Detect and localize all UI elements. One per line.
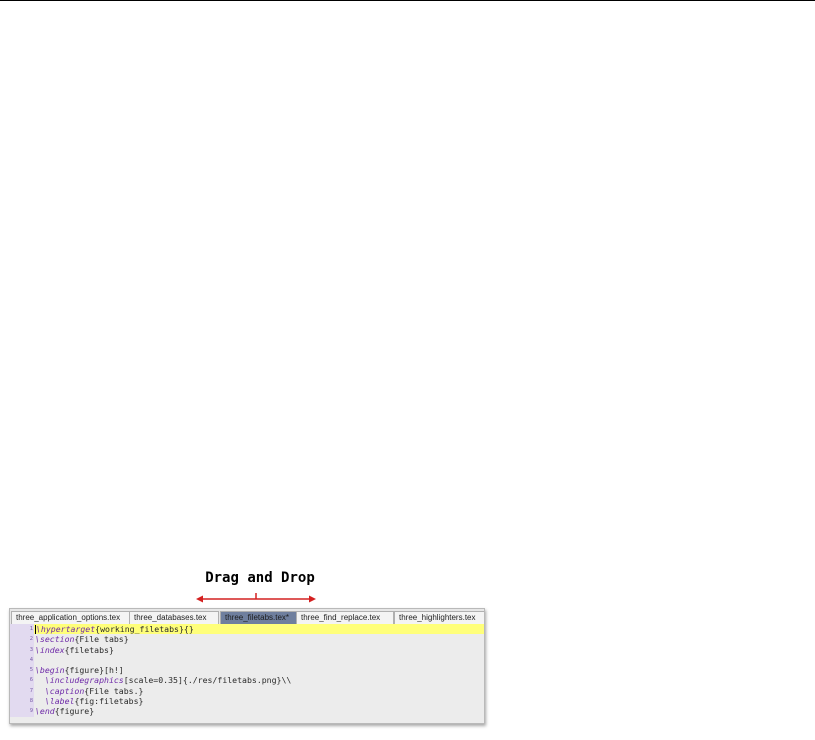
latex-argument: {figure}	[54, 706, 95, 717]
latex-argument: [scale=0.35]{./res/filetabs.png}\\	[123, 675, 292, 686]
latex-argument: {File tabs.}	[84, 685, 144, 696]
code-line[interactable]: 1 \hypertarget{working_filetabs}{}	[10, 624, 484, 635]
line-number: 1	[10, 624, 34, 635]
latex-command: \section	[35, 634, 75, 645]
code-line[interactable]: 5 \begin{figure}[h!]	[10, 665, 484, 676]
line-number: 8	[10, 696, 34, 707]
line-number: 6	[10, 675, 34, 686]
code-line[interactable]: 2 \section{File tabs}	[10, 634, 484, 645]
latex-argument: {fig:filetabs}	[74, 696, 144, 707]
latex-command: \end	[35, 706, 55, 717]
latex-command: \label	[44, 696, 75, 707]
tab-three-highlighters[interactable]: three_highlighters.tex	[394, 611, 484, 624]
latex-command: \index	[35, 644, 65, 655]
latex-command: \begin	[35, 665, 65, 676]
line-number: 4	[10, 654, 34, 666]
latex-argument: {filetabs}	[64, 644, 114, 655]
file-tab-bar: three_application_options.tex three_data…	[10, 609, 484, 625]
double-arrow-icon	[196, 593, 316, 603]
line-number: 9	[10, 706, 34, 717]
latex-argument: {working_filetabs}{}	[95, 624, 194, 634]
code-line[interactable]: 8 \label{fig:filetabs}	[10, 696, 484, 707]
annotation-title: Drag and Drop	[205, 570, 315, 586]
latex-argument: {File tabs}	[74, 634, 129, 645]
tab-three-application-options[interactable]: three_application_options.tex	[11, 611, 131, 624]
line-number: 7	[10, 685, 34, 697]
tab-three-filetabs[interactable]: three_filetabs.tex*	[220, 611, 303, 624]
editor-window: three_application_options.tex three_data…	[9, 608, 485, 724]
drag-drop-annotation: Drag and Drop	[190, 566, 330, 606]
top-rule	[0, 0, 815, 1]
latex-command: \hypertarget	[36, 624, 96, 634]
code-line[interactable]: 9 \end{figure}	[10, 706, 484, 717]
code-line[interactable]: 6 \includegraphics[scale=0.35]{./res/fil…	[10, 675, 484, 686]
tab-three-databases[interactable]: three_databases.tex	[129, 611, 219, 624]
code-line[interactable]: 3 \index{filetabs}	[10, 644, 484, 655]
code-area[interactable]: 1 \hypertarget{working_filetabs}{} 2 \se…	[10, 624, 484, 717]
tab-three-find-replace[interactable]: three_find_replace.tex	[296, 611, 394, 624]
latex-argument: {figure}[h!]	[64, 665, 124, 676]
latex-command: \includegraphics	[44, 675, 124, 686]
code-line[interactable]: 7 \caption{File tabs.}	[10, 685, 484, 697]
latex-command: \caption	[44, 685, 85, 696]
line-number: 2	[10, 634, 34, 645]
line-number: 3	[10, 644, 34, 655]
line-number: 5	[10, 665, 34, 676]
code-line[interactable]: 4	[10, 654, 484, 666]
